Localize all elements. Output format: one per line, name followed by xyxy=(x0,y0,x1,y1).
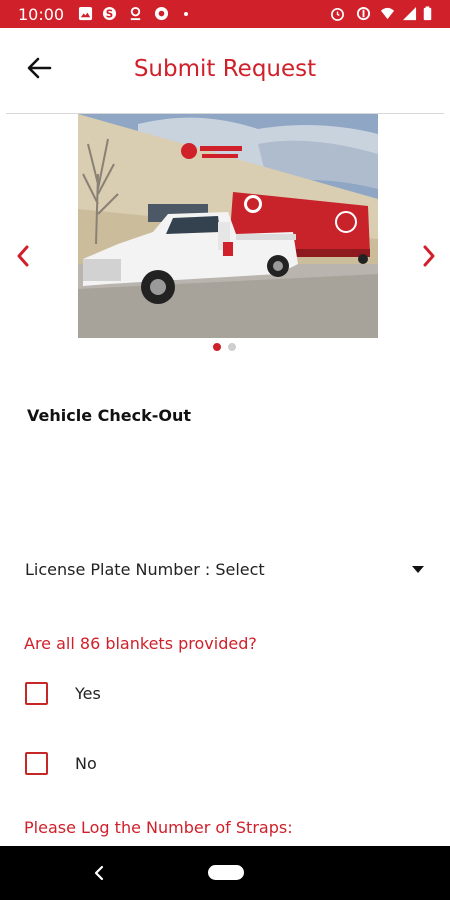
carousel-indicator xyxy=(213,343,236,351)
option-no-label: No xyxy=(75,754,97,773)
option-yes[interactable]: Yes xyxy=(25,682,225,706)
battery-icon xyxy=(423,6,432,21)
pill-home-icon[interactable] xyxy=(208,865,244,880)
wifi-icon xyxy=(380,7,395,20)
license-plate-select[interactable]: License Plate Number : Select xyxy=(25,558,425,584)
option-no[interactable]: No xyxy=(25,752,225,776)
question-straps: Please Log the Number of Straps: xyxy=(24,818,293,837)
notification-dot xyxy=(184,12,188,16)
carousel-dot-active[interactable] xyxy=(213,343,221,351)
location-icon xyxy=(130,6,141,21)
caret-down-icon xyxy=(412,566,424,573)
signal-icon xyxy=(402,6,417,21)
triangle-back-icon[interactable] xyxy=(90,863,108,883)
page-title: Submit Request xyxy=(133,56,317,82)
checkbox-yes[interactable] xyxy=(25,682,48,705)
section-title: Vehicle Check-Out xyxy=(27,406,192,425)
system-nav-bar xyxy=(0,846,450,900)
status-bar: 10:00 S xyxy=(0,0,450,28)
option-yes-label: Yes xyxy=(75,684,101,703)
app-icon xyxy=(154,6,169,21)
gallery-icon xyxy=(78,6,93,21)
svg-text:S: S xyxy=(106,8,113,20)
status-time: 10:00 xyxy=(18,5,65,24)
vehicle-photo-image xyxy=(78,114,378,338)
checkbox-no[interactable] xyxy=(25,752,48,775)
carousel-next-button[interactable] xyxy=(418,242,440,270)
question-blankets: Are all 86 blankets provided? xyxy=(24,634,257,653)
vehicle-photo[interactable] xyxy=(78,114,378,338)
skype-icon: S xyxy=(102,6,117,20)
chevron-right-icon xyxy=(423,245,435,267)
carousel-prev-button[interactable] xyxy=(12,242,34,270)
app-header: Submit Request xyxy=(0,28,450,114)
data-saver-icon xyxy=(356,6,371,21)
chevron-left-icon xyxy=(17,245,29,267)
alarm-icon xyxy=(331,7,344,21)
carousel-dot[interactable] xyxy=(228,343,236,351)
license-plate-select-label: License Plate Number : Select xyxy=(25,560,265,579)
